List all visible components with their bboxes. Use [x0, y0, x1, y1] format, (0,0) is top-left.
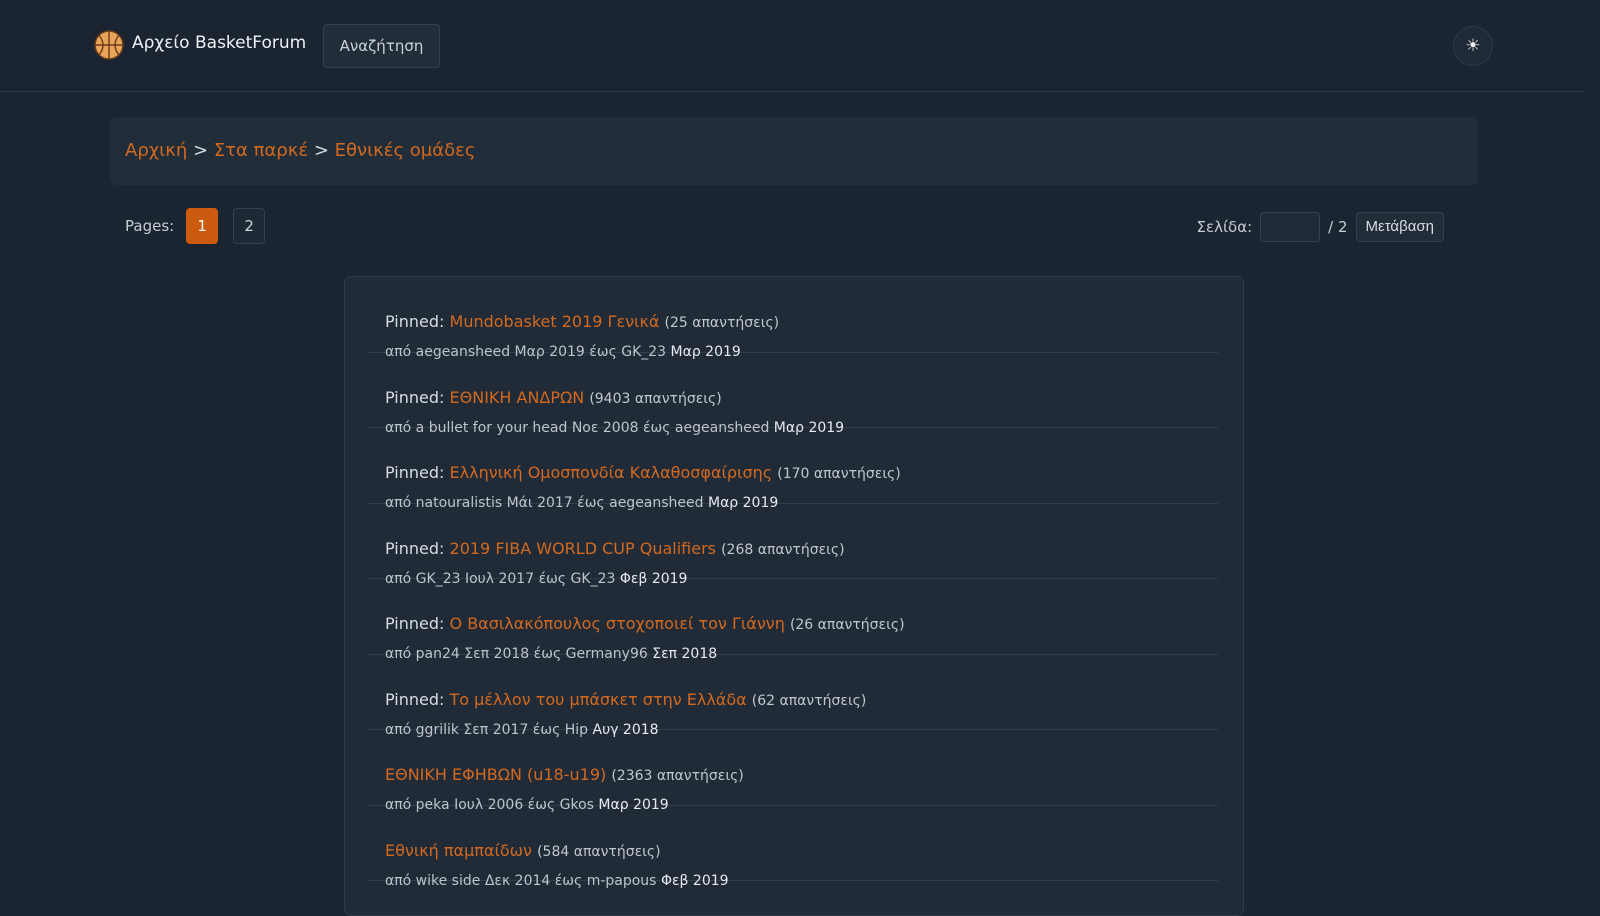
reply-count: (26 απαντήσεις) [789, 617, 905, 633]
pinned-label: Pinned: [385, 689, 445, 709]
breadcrumb-current-link[interactable]: Εθνικές ομάδες [335, 140, 476, 161]
breadcrumb-home-link[interactable]: Αρχική [125, 140, 187, 161]
topic-heading: Pinned: Ελληνική Ομοσπονδία Καλαθοσφαίρι… [385, 463, 901, 482]
topic-meta-text: από wike side Δεκ 2014 έως m-papous [385, 872, 657, 889]
topic-row: Pinned: Ελληνική Ομοσπονδία Καλαθοσφαίρι… [368, 428, 1218, 511]
breadcrumb: Αρχική > Στα παρκέ > Εθνικές ομάδες [110, 117, 1478, 185]
theme-toggle-button[interactable]: ☀ [1453, 26, 1493, 66]
topic-row: Pinned: Το μέλλον του μπάσκετ στην Ελλάδ… [368, 655, 1218, 738]
reply-count: (2363 απαντήσεις) [611, 768, 744, 784]
reply-count: (584 απαντήσεις) [537, 843, 661, 860]
page-jump-total: / 2 [1328, 218, 1348, 236]
topic-heading: Pinned: Το μέλλον του μπάσκετ στην Ελλάδ… [385, 690, 866, 709]
page-2-button[interactable]: 2 [233, 208, 266, 244]
pinned-label: Pinned: [385, 538, 445, 558]
topic-list: Pinned: Mundobasket 2019 Γενικά (25 απαν… [344, 276, 1244, 916]
pagination: Pages: 1 2 [125, 208, 280, 244]
topic-title-link[interactable]: Ελληνική Ομοσπονδία Καλαθοσφαίρισης [450, 463, 773, 482]
search-button[interactable]: Αναζήτηση [323, 24, 440, 68]
topic-heading: Pinned: ΕΘΝΙΚΗ ΑΝΔΡΩΝ (9403 απαντήσεις) [385, 388, 722, 407]
topic-title-link[interactable]: Ο Βασιλακόπουλος στοχοποιεί τον Γιάννη [450, 614, 785, 633]
topic-heading: Εθνική παμπαίδων (584 απαντήσεις) [385, 841, 661, 860]
topic-heading: ΕΘΝΙΚΗ ΕΦΗΒΩΝ (u18-u19) (2363 απαντήσεις… [385, 765, 744, 784]
page-1-button[interactable]: 1 [186, 208, 219, 244]
pinned-label: Pinned: [385, 463, 445, 482]
topic-heading: Pinned: Mundobasket 2019 Γενικά (25 απαν… [385, 312, 779, 331]
topic-heading: Pinned: 2019 FIBA WORLD CUP Qualifiers (… [385, 539, 845, 558]
topic-row: Pinned: 2019 FIBA WORLD CUP Qualifiers (… [368, 504, 1218, 587]
breadcrumb-separator: > [192, 140, 209, 161]
reply-count: (9403 απαντήσεις) [589, 390, 722, 407]
page-jump-label: Σελίδα: [1196, 218, 1253, 236]
page-jump-input[interactable] [1260, 212, 1321, 242]
topic-row: Εθνική παμπαίδων (584 απαντήσεις) από wik… [368, 806, 1218, 889]
pinned-label: Pinned: [385, 614, 445, 633]
pinned-label: Pinned: [385, 312, 445, 331]
topic-row: Pinned: Ο Βασιλακόπουλος στοχοποιεί τον … [368, 579, 1218, 662]
topic-title-link[interactable]: Mundobasket 2019 Γενικά [450, 312, 660, 331]
page-jump-button[interactable]: Μετάβαση [1355, 212, 1444, 242]
reply-count: (62 απαντήσεις) [751, 692, 867, 709]
site-header: Αρχείο BasketForum Αναζήτηση ☀ [0, 0, 1585, 92]
basketball-icon[interactable] [94, 30, 124, 60]
site-title[interactable]: Αρχείο BasketForum [132, 33, 306, 53]
reply-count: (268 απαντήσεις) [721, 541, 845, 558]
topic-row: Pinned: ΕΘΝΙΚΗ ΑΝΔΡΩΝ (9403 απαντήσεις) α… [368, 353, 1218, 436]
topic-title-link[interactable]: 2019 FIBA WORLD CUP Qualifiers [450, 539, 716, 558]
breadcrumb-separator: > [313, 140, 329, 161]
topic-row: ΕΘΝΙΚΗ ΕΦΗΒΩΝ (u18-u19) (2363 απαντήσεις… [368, 730, 1218, 813]
topic-title-link[interactable]: ΕΘΝΙΚΗ ΑΝΔΡΩΝ [450, 388, 585, 407]
page-jump: Σελίδα: / 2 Μετάβαση [1196, 212, 1444, 242]
pages-label: Pages: [125, 217, 175, 235]
breadcrumb-category-link[interactable]: Στα παρκέ [214, 140, 308, 161]
topic-meta: από wike side Δεκ 2014 έως m-papous Φεβ … [385, 873, 729, 889]
reply-count: (170 απαντήσεις) [777, 466, 901, 482]
pinned-label: Pinned: [385, 387, 445, 407]
reply-count: (25 απαντήσεις) [664, 315, 780, 331]
topic-title-link[interactable]: Το μέλλον του μπάσκετ στην Ελλάδα [450, 690, 747, 709]
topic-title-link[interactable]: ΕΘΝΙΚΗ ΕΦΗΒΩΝ (u18-u19) [385, 765, 606, 784]
topic-title-link[interactable]: Εθνική παμπαίδων [385, 841, 532, 860]
topic-heading: Pinned: Ο Βασιλακόπουλος στοχοποιεί τον … [385, 614, 905, 633]
sun-icon: ☀ [1465, 36, 1481, 56]
last-post-date: Φεβ 2019 [660, 872, 729, 889]
topic-row: Pinned: Mundobasket 2019 Γενικά (25 απαν… [368, 277, 1218, 360]
